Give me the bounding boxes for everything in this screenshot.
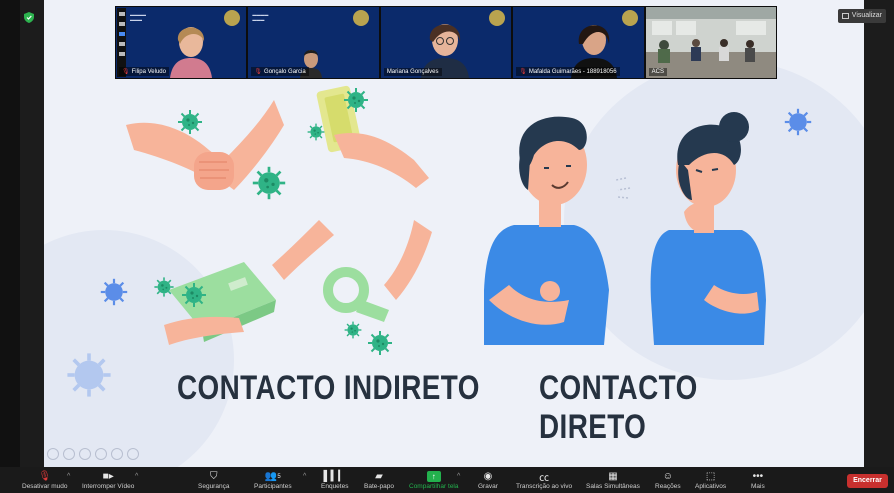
school-emblem-icon bbox=[489, 10, 506, 26]
tape-hand-illustration bbox=[323, 220, 432, 322]
mic-muted-icon: 🎙 bbox=[519, 69, 527, 75]
stop-video-button[interactable]: ■▸ Interromper Vídeo bbox=[82, 470, 134, 490]
share-screen-button[interactable]: ↑ Compartilhar tela bbox=[409, 470, 459, 490]
participants-icon: 👥 5 bbox=[264, 471, 281, 482]
mic-muted-icon: 🎙 bbox=[254, 69, 263, 75]
participant-name: ACS bbox=[648, 68, 667, 76]
left-rail bbox=[0, 0, 20, 493]
polls-label: Enquetes bbox=[321, 483, 349, 490]
view-button-label: Visualizar bbox=[851, 12, 882, 19]
participants-button[interactable]: 👥 5 Participantes bbox=[254, 470, 292, 490]
school-logo-text: ▬▬▬▬ ▬▬▬ bbox=[252, 12, 269, 22]
mic-muted-icon: 🎙 bbox=[122, 69, 130, 75]
chat-button[interactable]: ▰ Bate-papo bbox=[364, 470, 394, 490]
live-transcription-label: Transcrição ao vivo bbox=[516, 483, 573, 490]
annotation-tool-icon[interactable] bbox=[127, 448, 139, 460]
reactions-label: Reações bbox=[655, 483, 681, 490]
closed-caption-icon: ㏄ bbox=[539, 473, 550, 484]
participant-tile[interactable]: Mariana Gonçalves bbox=[380, 7, 512, 78]
security-button[interactable]: ⛉ Segurança bbox=[198, 470, 229, 490]
caption-direct-contact: CONTACTO DIRETO bbox=[539, 369, 698, 446]
apps-label: Aplicativos bbox=[695, 483, 727, 490]
participants-label: Participantes bbox=[254, 483, 292, 490]
participant-name: 🎙 Gonçalo Garcia bbox=[251, 67, 309, 76]
security-shield-icon: ⛉ bbox=[209, 471, 218, 482]
breakout-rooms-button[interactable]: ▦ Salas Simultâneas bbox=[586, 470, 640, 490]
participant-tile[interactable]: ACS bbox=[645, 7, 777, 78]
share-options-caret-icon[interactable]: ^ bbox=[457, 473, 460, 480]
chat-bubble-icon: ▰ bbox=[375, 471, 383, 482]
view-grid-icon bbox=[841, 13, 849, 19]
phone-hand-illustration bbox=[316, 85, 429, 188]
school-emblem-icon bbox=[352, 10, 369, 26]
participant-name: Mariana Gonçalves bbox=[383, 68, 442, 76]
polls-button[interactable]: ▌▍▎ Enquetes bbox=[321, 470, 348, 490]
more-button[interactable]: ••• Mais bbox=[751, 470, 765, 490]
participant-tile[interactable]: ▬▬▬▬ ▬▬▬ 🎙 Filipa Veludo bbox=[116, 7, 247, 78]
breakout-rooms-icon: ▦ bbox=[608, 471, 618, 482]
chat-label: Bate-papo bbox=[364, 483, 394, 490]
school-emblem-icon bbox=[621, 10, 638, 26]
security-label: Segurança bbox=[198, 483, 230, 490]
annotation-tool-icon[interactable] bbox=[47, 448, 59, 460]
reactions-emoji-icon: ☺ bbox=[662, 471, 673, 482]
package-illustration bbox=[164, 220, 334, 345]
breakout-rooms-label: Salas Simultâneas bbox=[586, 483, 640, 490]
annotation-tool-icon[interactable] bbox=[95, 448, 107, 460]
video-camera-icon: ■▸ bbox=[102, 471, 114, 482]
caption-indirect-contact: CONTACTO INDIRETO bbox=[177, 369, 480, 407]
participants-count: 5 bbox=[277, 473, 281, 480]
unmute-label: Desativar mudo bbox=[22, 483, 68, 490]
more-dots-icon: ••• bbox=[752, 471, 764, 482]
audio-options-caret-icon[interactable]: ^ bbox=[67, 473, 70, 480]
record-icon: ◉ bbox=[483, 471, 493, 482]
share-screen-icon: ↑ bbox=[426, 471, 441, 482]
meeting-toolbar: 🎙 Desativar mudo ^ ■▸ Interromper Vídeo … bbox=[0, 467, 894, 493]
apps-icon: ⬚ bbox=[705, 471, 716, 482]
share-screen-label: Compartilhar tela bbox=[409, 483, 459, 490]
participant-name: 🎙 Filipa Veludo bbox=[119, 67, 169, 76]
school-logo-text: ▬▬▬▬ ▬▬▬ bbox=[130, 12, 146, 22]
mic-muted-icon: 🎙 bbox=[38, 471, 52, 482]
zoom-window: CONTACTO INDIRETO CONTACTO DIRETO Visual… bbox=[0, 0, 894, 493]
unmute-button[interactable]: 🎙 Desativar mudo bbox=[22, 470, 68, 490]
end-meeting-button[interactable]: Encerrar bbox=[847, 474, 888, 488]
participant-tile[interactable]: 🎙 Mafalda Guimarães - 188918056 bbox=[513, 7, 644, 78]
woman-illustration bbox=[615, 112, 766, 345]
view-button[interactable]: Visualizar bbox=[837, 9, 886, 23]
annotation-tools bbox=[47, 448, 139, 460]
annotation-tool-icon[interactable] bbox=[111, 448, 123, 460]
annotation-tool-icon[interactable] bbox=[63, 448, 75, 460]
record-button[interactable]: ◉ Gravar bbox=[478, 470, 498, 490]
school-emblem-icon bbox=[224, 10, 241, 26]
annotation-tool-icon[interactable] bbox=[79, 448, 91, 460]
participants-options-caret-icon[interactable]: ^ bbox=[303, 473, 306, 480]
reactions-button[interactable]: ☺ Reações bbox=[655, 470, 681, 490]
apps-button[interactable]: ⬚ Aplicativos bbox=[695, 470, 726, 490]
security-shield-icon bbox=[24, 12, 34, 23]
video-gallery-strip: ▬▬▬▬ ▬▬▬ 🎙 Filipa Veludo ▬▬▬▬ ▬▬▬ 🎙 Gonçalo … bbox=[115, 6, 777, 79]
participant-name: 🎙 Mafalda Guimarães - 188918056 bbox=[516, 67, 620, 76]
polls-chart-icon: ▌▍▎ bbox=[323, 471, 346, 482]
participant-video bbox=[170, 27, 212, 78]
participant-tile[interactable]: ▬▬▬▬ ▬▬▬ 🎙 Gonçalo Garcia bbox=[248, 7, 379, 78]
handshake-illustration bbox=[126, 100, 284, 190]
man-illustration bbox=[484, 116, 609, 345]
record-label: Gravar bbox=[478, 483, 498, 490]
stop-video-label: Interromper Vídeo bbox=[82, 483, 135, 490]
more-label: Mais bbox=[751, 483, 765, 490]
live-transcription-button[interactable]: ㏄ Transcrição ao vivo bbox=[516, 470, 572, 490]
video-options-caret-icon[interactable]: ^ bbox=[135, 473, 138, 480]
